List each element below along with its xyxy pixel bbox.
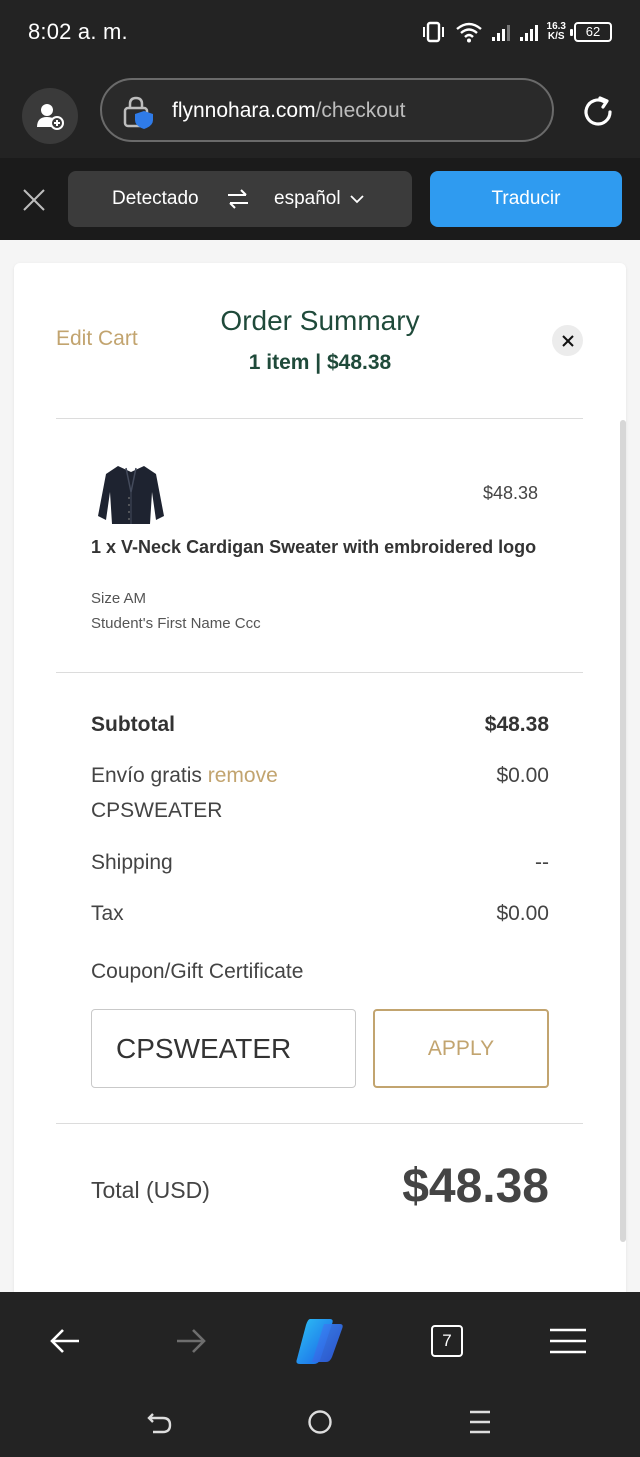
copilot-icon (296, 1319, 343, 1364)
close-summary-button[interactable] (552, 325, 583, 356)
tabs-button[interactable]: 7 (420, 1314, 474, 1368)
subtotal-value: $48.38 (484, 713, 549, 736)
shipping-value: -- (535, 851, 549, 874)
status-bar: 8:02 a. m. 16.3 K/S 62 (0, 0, 640, 66)
copilot-button[interactable] (292, 1314, 346, 1368)
system-nav-bar (0, 1388, 640, 1457)
signal-icon-2 (519, 22, 539, 42)
reload-icon (584, 96, 612, 126)
close-icon (23, 189, 45, 211)
translate-button[interactable]: Traducir (430, 171, 622, 227)
url-domain: flynnohara.com (172, 99, 316, 122)
discount-line: Envío gratis remove (91, 764, 278, 788)
order-summary-title: Order Summary (220, 305, 420, 336)
tabs-count: 7 (431, 1325, 463, 1357)
item-size: Size AM (91, 590, 147, 607)
total-label: Total (USD) (91, 1177, 210, 1203)
divider (56, 1123, 583, 1124)
status-icons: 16.3 K/S 62 (421, 18, 612, 46)
url-bar[interactable]: flynnohara.com/checkout (100, 78, 554, 142)
browser-address-row: flynnohara.com/checkout (0, 66, 640, 158)
apply-coupon-button[interactable]: APPLY (373, 1009, 549, 1088)
browser-bottom-nav: 7 (0, 1292, 640, 1388)
back-return-icon (147, 1413, 172, 1434)
net-speed-unit: K/S (547, 31, 565, 42)
target-language: español (274, 188, 341, 209)
coupon-label: Coupon/Gift Certificate (91, 960, 304, 983)
url-text[interactable]: flynnohara.com/checkout (172, 99, 405, 123)
coupon-input[interactable] (91, 1009, 356, 1088)
arrow-right-icon (177, 1329, 206, 1353)
detected-language: Detectado (112, 188, 199, 209)
system-recents-button[interactable] (460, 1402, 500, 1442)
item-price: $48.38 (482, 483, 538, 503)
system-back-button[interactable] (140, 1402, 180, 1442)
reload-button[interactable] (576, 90, 620, 134)
vibrate-icon (421, 21, 447, 43)
shipping-label: Shipping (91, 851, 173, 874)
divider (56, 672, 583, 673)
translate-close-button[interactable] (18, 184, 50, 216)
system-home-button[interactable] (300, 1402, 340, 1442)
discount-label: Envío gratis (91, 764, 202, 787)
wifi-icon (455, 21, 483, 43)
total-value: $48.38 (402, 1160, 549, 1213)
menu-button[interactable] (541, 1314, 595, 1368)
net-speed: 16.3 K/S (547, 22, 566, 42)
item-name: 1 x V-Neck Cardigan Sweater with embroid… (91, 537, 537, 557)
secure-lock-icon[interactable] (120, 94, 156, 130)
battery-icon: 62 (570, 22, 612, 42)
remove-discount-link[interactable]: remove (208, 764, 278, 787)
signal-icon (491, 22, 511, 42)
tax-label: Tax (91, 902, 124, 925)
profile-button[interactable] (22, 88, 78, 144)
order-summary-subtitle: 1 item | $48.38 (248, 351, 392, 374)
hamburger-menu-icon (550, 1328, 586, 1354)
discount-code: CPSWEATER (91, 799, 223, 822)
product-image (98, 466, 164, 524)
url-path: /checkout (315, 99, 406, 122)
subtotal-label: Subtotal (91, 713, 175, 736)
scrollbar[interactable] (620, 420, 626, 1242)
back-button[interactable] (38, 1314, 92, 1368)
edit-cart-link[interactable]: Edit Cart (56, 327, 138, 351)
chevron-down-icon (350, 195, 364, 204)
recents-icon (470, 1410, 490, 1434)
arrow-left-icon (50, 1329, 79, 1353)
status-time: 8:02 a. m. (28, 19, 128, 44)
discount-value: $0.00 (496, 764, 549, 787)
language-selector[interactable]: Detectado español (68, 171, 412, 227)
item-personalization: Student's First Name Ccc (91, 615, 261, 632)
translate-bar: Detectado español Traducir (0, 158, 640, 240)
add-profile-icon (37, 104, 64, 130)
close-icon (561, 334, 574, 347)
tax-value: $0.00 (496, 902, 549, 925)
divider (56, 418, 583, 419)
forward-button[interactable] (164, 1314, 218, 1368)
swap-languages-icon[interactable] (226, 187, 250, 211)
home-circle-icon (308, 1410, 332, 1434)
